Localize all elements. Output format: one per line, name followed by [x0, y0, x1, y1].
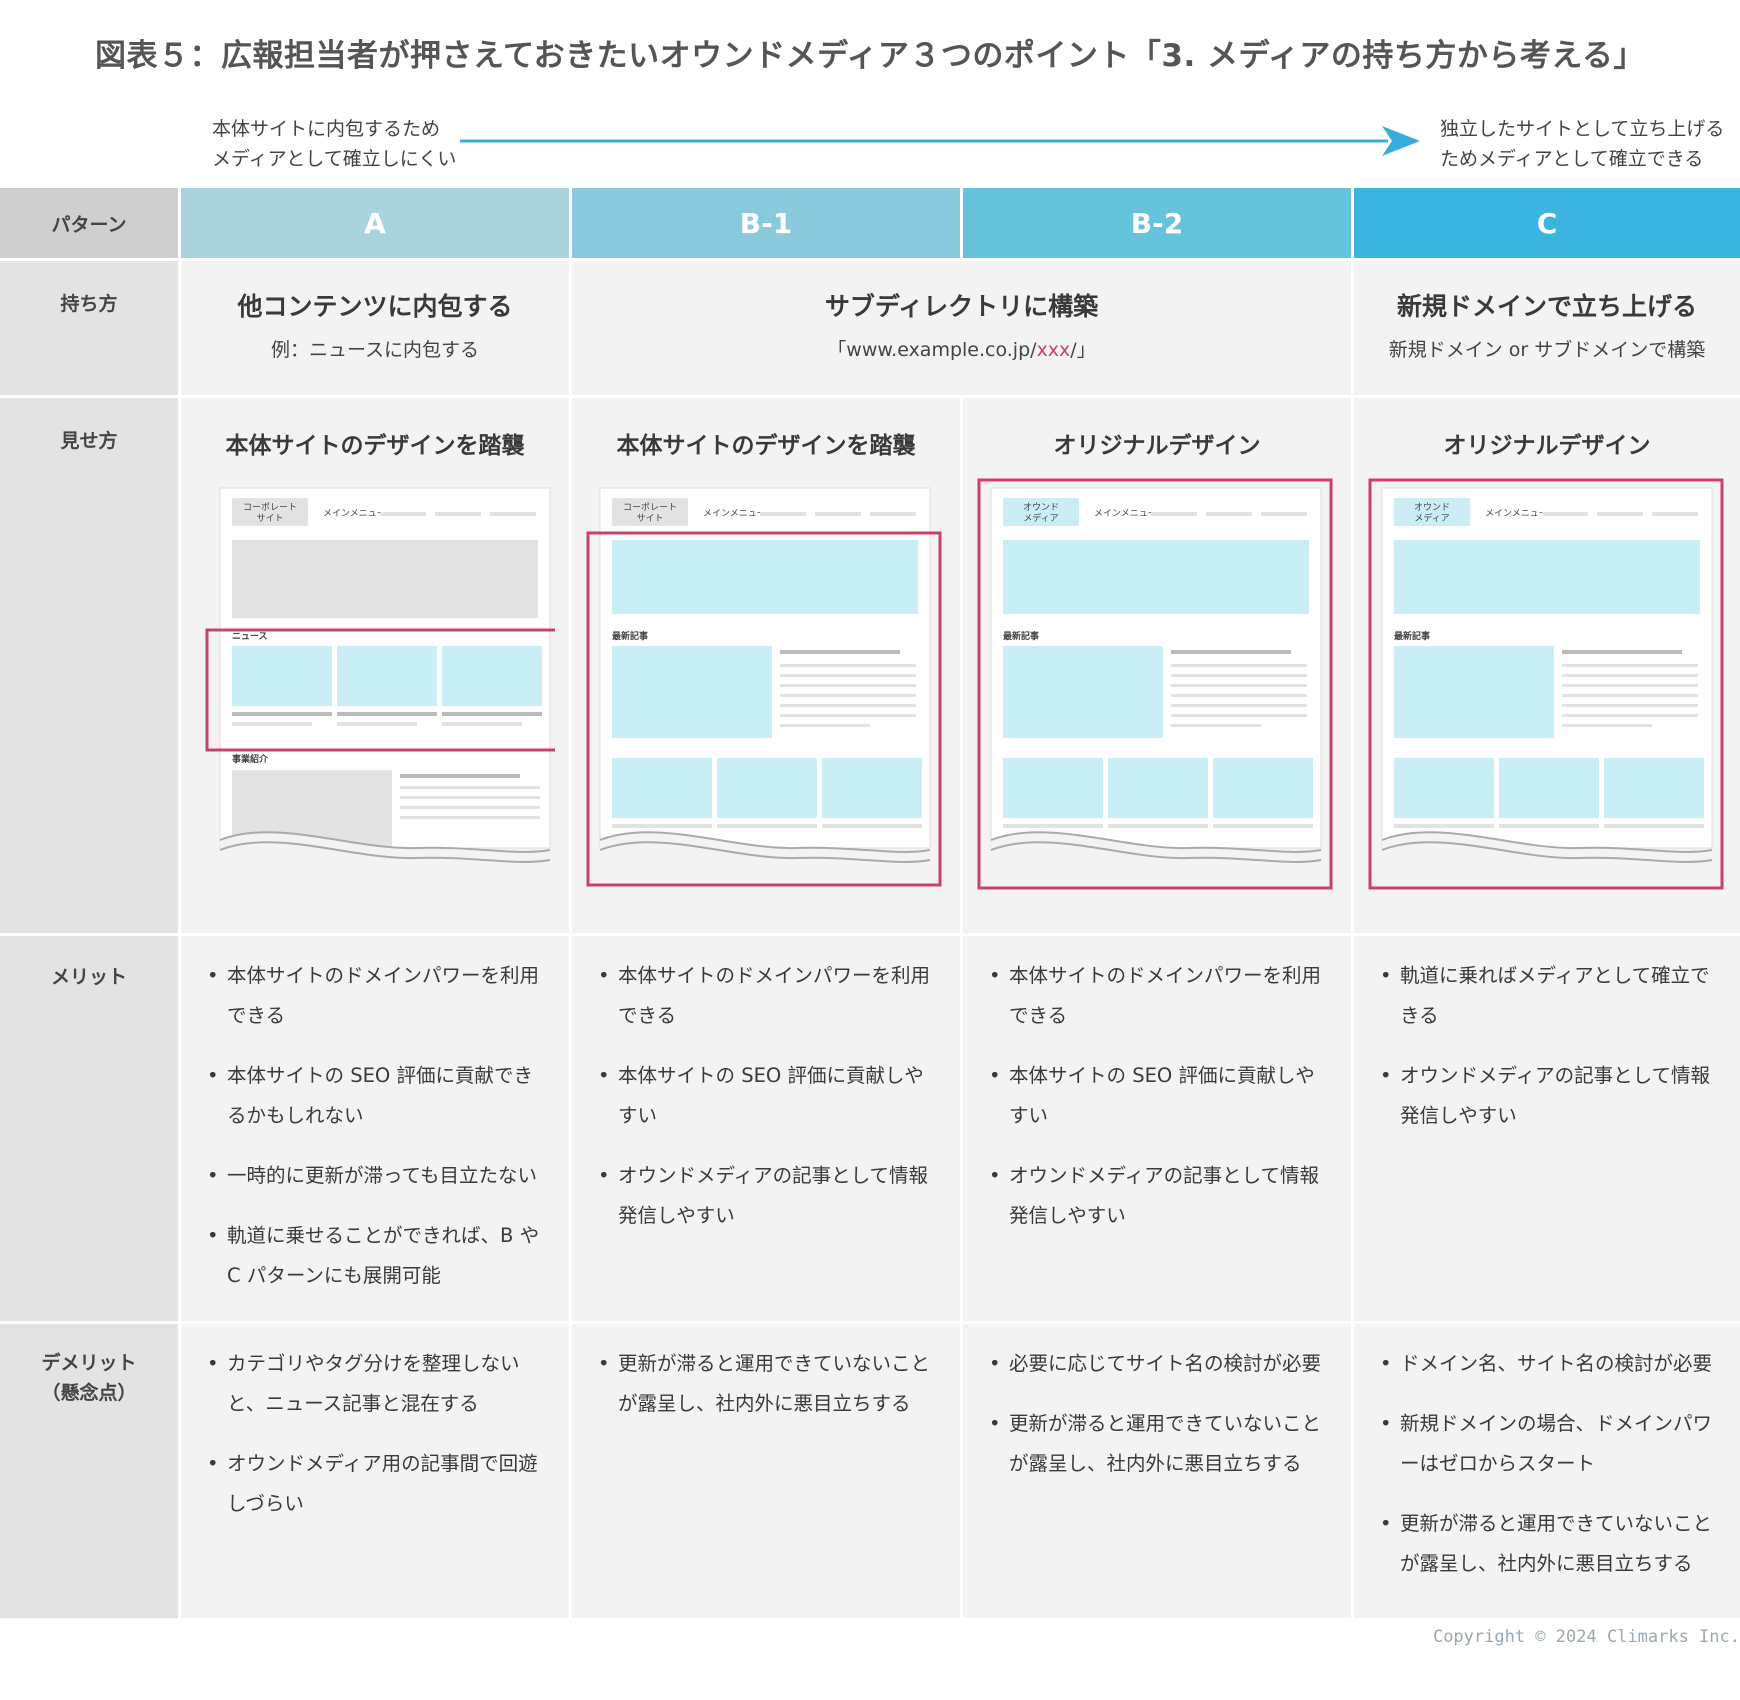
demerit-b2: 必要に応じてサイト名の検討が必要 更新が滞ると運用できていないことが露呈し、社内… [963, 1324, 1351, 1618]
svg-text:オウンド: オウンド [1023, 502, 1059, 513]
spectrum-arrow [460, 126, 1420, 156]
merit-c: 軌道に乗ればメディアとして確立できる オウンドメディアの記事として情報発信しやす… [1354, 936, 1740, 1321]
mockup-c: オウンド メディア メインメニュー 最新記事 [1368, 478, 1724, 890]
svg-text:メインメニュー: メインメニュー [703, 509, 766, 519]
svg-text:ニュース: ニュース [232, 631, 268, 642]
row-label-pattern: パターン [0, 188, 178, 258]
svg-text:メディア: メディア [1023, 512, 1058, 524]
row-label-holding: 持ち方 [0, 261, 178, 395]
svg-text:メインメニュー: メインメニュー [1094, 509, 1157, 519]
copyright: Copyright © 2024 Climarks Inc. [1432, 1627, 1740, 1647]
svg-text:コーポレート: コーポレート [623, 502, 677, 513]
svg-text:最新記事: 最新記事 [612, 630, 648, 642]
holding-a: 他コンテンツに内包する 例：ニュースに内包する [181, 261, 569, 395]
appearance-a: 本体サイトのデザインを踏襲 コーポレート サイト メインメニュー ニュース 事業… [181, 398, 569, 933]
svg-text:事業紹介: 事業紹介 [232, 753, 269, 765]
appearance-b1: 本体サイトのデザインを踏襲 コーポレート サイト メインメニュー 最新記事 [572, 398, 960, 933]
svg-text:サイト: サイト [636, 513, 663, 524]
scale-right-note: 独立したサイトとして立ち上げる ためメディアとして確立できる [1440, 118, 1725, 170]
holding-c: 新規ドメインで立ち上げる 新規ドメイン or サブドメインで構築 [1354, 261, 1740, 395]
column-header-a: A [181, 188, 569, 258]
svg-text:コーポレート: コーポレート [243, 502, 297, 513]
svg-text:最新記事: 最新記事 [1394, 630, 1430, 642]
holding-b-url: 「www.example.co.jp/xxx/」 [827, 339, 1096, 361]
mockup-b1: コーポレート サイト メインメニュー 最新記事 [586, 487, 942, 887]
demerit-c: ドメイン名、サイト名の検討が必要 新規ドメインの場合、ドメインパワーはゼロからス… [1354, 1324, 1740, 1618]
scale-left-note: 本体サイトに内包するため メディアとして確立しにくい [212, 118, 457, 170]
comparison-table: パターン A B-1 B-2 C 持ち方 他コンテンツに内包する 例：ニュースに… [0, 188, 1740, 1618]
row-label-appearance: 見せ方 [0, 398, 178, 933]
demerit-a: カテゴリやタグ分けを整理しないと、ニュース記事と混在する オウンドメディア用の記… [181, 1324, 569, 1618]
svg-text:最新記事: 最新記事 [1003, 630, 1039, 642]
row-label-merit: メリット [0, 936, 178, 1321]
merit-b1: 本体サイトのドメインパワーを利用できる 本体サイトの SEO 評価に貢献しやすい… [572, 936, 960, 1321]
page-title: 図表５：広報担当者が押さえておきたいオウンドメディア３つのポイント「3. メディ… [95, 38, 1645, 74]
merit-a: 本体サイトのドメインパワーを利用できる 本体サイトの SEO 評価に貢献できるか… [181, 936, 569, 1321]
column-header-c: C [1354, 188, 1740, 258]
svg-text:メインメニュー: メインメニュー [323, 509, 386, 519]
demerit-b1: 更新が滞ると運用できていないことが露呈し、社内外に悪目立ちする [572, 1324, 960, 1618]
appearance-b2: オリジナルデザイン オウンド メディア メインメニュー 最新記事 [963, 398, 1351, 933]
svg-text:サイト: サイト [256, 513, 283, 524]
appearance-c: オリジナルデザイン オウンド メディア メインメニュー 最新記事 [1354, 398, 1740, 933]
merit-b2: 本体サイトのドメインパワーを利用できる 本体サイトの SEO 評価に貢献しやすい… [963, 936, 1351, 1321]
row-label-demerit: デメリット （懸念点） [0, 1324, 178, 1618]
column-header-b1: B-1 [572, 188, 960, 258]
svg-text:オウンド: オウンド [1414, 502, 1450, 513]
mockup-b2: オウンド メディア メインメニュー 最新記事 [977, 478, 1333, 890]
svg-text:メインメニュー: メインメニュー [1485, 509, 1548, 519]
column-header-b2: B-2 [963, 188, 1351, 258]
mockup-a: コーポレート サイト メインメニュー ニュース 事業紹介 [205, 487, 555, 868]
holding-b: サブディレクトリに構築 「www.example.co.jp/xxx/」 [572, 261, 1351, 395]
svg-text:メディア: メディア [1414, 512, 1449, 524]
